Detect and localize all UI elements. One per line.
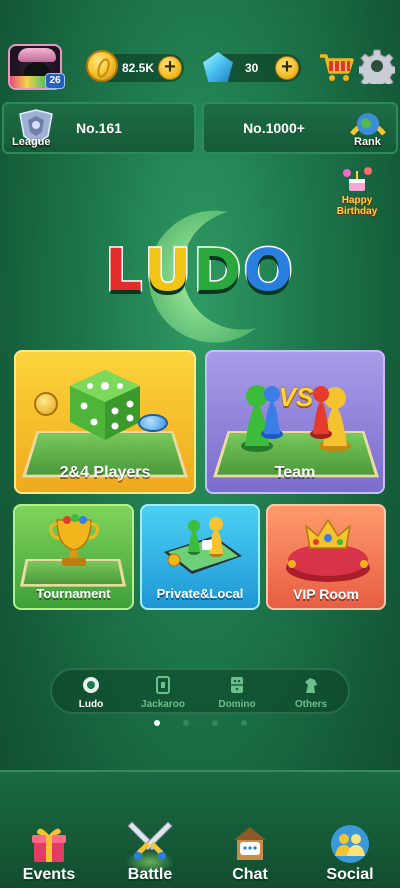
coin-token-icon xyxy=(34,392,58,416)
crown-cushion-icon xyxy=(286,518,370,582)
coin-balance: 82.5K + xyxy=(86,50,184,82)
rank-bar: League No.161 No.1000+ Rank xyxy=(0,102,400,156)
rank-label: Rank xyxy=(354,136,381,148)
players-2-4-label: 2&4 Players xyxy=(59,464,151,481)
tournament-label: Tournament xyxy=(36,586,111,601)
crossed-swords-icon xyxy=(127,821,173,860)
logo-letter-o: O xyxy=(242,235,295,306)
logo-letter-d: D xyxy=(192,235,244,306)
nav-battle[interactable]: Battle xyxy=(105,770,195,888)
mode-label-ludo: Ludo xyxy=(78,699,104,710)
page-dot-4[interactable] xyxy=(241,720,247,726)
nav-label-events: Events xyxy=(22,866,76,883)
bottom-navigation: Events Battle Chat Social xyxy=(0,770,400,888)
vip-room-card[interactable]: VIP Room xyxy=(266,504,386,610)
add-gems-button[interactable]: + xyxy=(275,56,299,80)
coin-amount: 82.5K xyxy=(122,61,155,75)
jackaroo-icon xyxy=(156,676,170,694)
nav-events[interactable]: Events xyxy=(4,770,94,888)
logo-letter-l: L xyxy=(104,235,145,306)
birthday-event-button[interactable]: Happy Birthday xyxy=(326,165,388,219)
mode-label-others: Others xyxy=(294,699,328,710)
mode-label-jackaroo: Jackaroo xyxy=(141,699,185,710)
coin-icon xyxy=(86,50,118,82)
rank-panel[interactable]: No.1000+ Rank xyxy=(202,102,398,154)
chat-house-icon xyxy=(234,827,266,860)
vip-room-label: VIP Room xyxy=(293,586,359,602)
blue-token-icon xyxy=(138,414,168,432)
game-mode-switch: Ludo Jackaroo Domino Others xyxy=(50,668,350,714)
league-panel[interactable]: League No.161 xyxy=(2,102,196,154)
domino-icon xyxy=(231,677,243,693)
team-card[interactable]: VS Team xyxy=(205,350,385,494)
settings-gear-icon[interactable] xyxy=(359,48,395,84)
players-2-4-card[interactable]: 2&4 Players xyxy=(14,350,196,494)
birthday-line-2: Birthday xyxy=(336,206,378,217)
top-bar: 26 82.5K + 30 + xyxy=(0,0,400,100)
versus-badge: VS xyxy=(278,382,314,412)
gem-icon xyxy=(203,52,233,82)
level-badge: 26 xyxy=(45,73,65,89)
ludo-logo: LUDO xyxy=(0,235,400,306)
logo-letter-u: U xyxy=(143,235,194,306)
page-dot-3[interactable] xyxy=(212,720,218,726)
gem-amount: 30 xyxy=(245,61,259,75)
team-label: Team xyxy=(274,464,316,481)
birthday-line-1: Happy xyxy=(341,195,373,206)
others-horse-icon xyxy=(305,678,317,693)
birthday-cake-icon xyxy=(343,167,372,191)
trophy-icon xyxy=(49,514,99,566)
private-local-label: Private&Local xyxy=(156,586,244,601)
mode-tab-domino[interactable]: Domino xyxy=(202,670,272,716)
page-dot-1[interactable] xyxy=(154,720,160,726)
private-local-card[interactable]: Private&Local xyxy=(140,504,260,610)
mode-tab-jackaroo[interactable]: Jackaroo xyxy=(128,670,198,716)
gem-balance: 30 + xyxy=(203,52,301,82)
mode-tab-others[interactable]: Others xyxy=(276,670,346,716)
mode-tab-ludo[interactable]: Ludo xyxy=(56,670,126,716)
nav-social[interactable]: Social xyxy=(305,770,395,888)
rank-value: No.1000+ xyxy=(243,120,305,136)
shop-cart-icon[interactable] xyxy=(318,52,354,84)
phone-board-icon xyxy=(164,517,242,574)
nav-label-social: Social xyxy=(326,866,374,883)
ludo-icon xyxy=(83,677,99,693)
nav-label-battle: Battle xyxy=(127,866,173,883)
birthday-label: Happy Birthday xyxy=(326,195,388,217)
nav-label-chat: Chat xyxy=(232,866,268,883)
tournament-card[interactable]: Tournament xyxy=(13,504,134,610)
mode-label-domino: Domino xyxy=(218,699,256,710)
nav-chat[interactable]: Chat xyxy=(205,770,295,888)
dice-icon xyxy=(70,370,140,440)
league-value: No.161 xyxy=(76,120,122,136)
page-indicator xyxy=(0,718,400,728)
add-coins-button[interactable]: + xyxy=(158,56,182,80)
gift-icon xyxy=(32,828,66,862)
page-dot-2[interactable] xyxy=(183,720,189,726)
friends-icon xyxy=(331,825,369,863)
